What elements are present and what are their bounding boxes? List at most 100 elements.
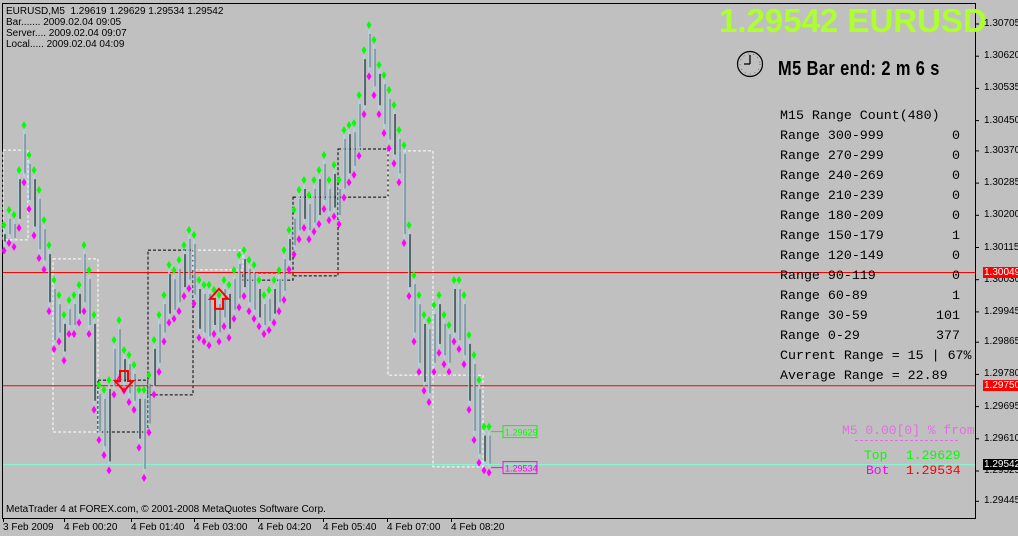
high-marker xyxy=(31,166,37,175)
low-marker xyxy=(376,110,382,119)
high-marker xyxy=(481,422,487,431)
high-marker xyxy=(486,422,492,431)
low-marker xyxy=(401,239,407,248)
low-marker xyxy=(51,345,57,354)
time-tick: 4 Feb 07:00 xyxy=(387,522,441,533)
high-marker xyxy=(16,166,22,175)
range-row-count: 101 xyxy=(936,308,960,323)
price-label-text: 1.29534 xyxy=(505,464,538,474)
low-marker xyxy=(146,428,152,437)
range-row-count: 1 xyxy=(952,288,960,303)
low-marker xyxy=(271,318,277,327)
low-marker xyxy=(471,436,477,445)
price-tick: 1.30200 xyxy=(984,209,1018,221)
range-row-count: 377 xyxy=(936,328,960,343)
high-marker xyxy=(146,371,152,380)
low-marker xyxy=(61,356,67,365)
low-marker xyxy=(106,466,112,475)
high-marker xyxy=(111,335,117,344)
symbol-ohlc: EURUSD,M5 1.29619 1.29629 1.29534 1.2954… xyxy=(6,6,224,17)
high-marker xyxy=(351,119,357,128)
price-tick: 1.30450 xyxy=(984,114,1018,126)
high-marker xyxy=(151,335,157,344)
low-marker xyxy=(86,329,92,338)
low-marker xyxy=(276,307,282,316)
low-marker xyxy=(111,390,117,399)
low-marker xyxy=(101,451,107,460)
low-marker xyxy=(136,443,142,452)
high-marker xyxy=(106,376,112,385)
range-row-label: Range 30-59 xyxy=(780,308,868,323)
low-marker xyxy=(281,295,287,304)
bar-end-timer: M5 Bar end: 2 m 6 s xyxy=(778,58,940,80)
time-tick: 4 Feb 08:20 xyxy=(451,522,505,533)
high-marker xyxy=(136,385,142,394)
time-tick: 4 Feb 05:40 xyxy=(323,522,377,533)
low-marker xyxy=(231,314,237,323)
high-marker xyxy=(441,310,447,319)
high-marker xyxy=(46,241,52,250)
low-marker xyxy=(351,170,357,179)
price-tick: 1.29780 xyxy=(984,368,1018,380)
high-marker xyxy=(471,351,477,360)
high-marker xyxy=(401,141,407,150)
high-marker xyxy=(251,260,257,269)
low-marker xyxy=(131,405,137,414)
low-marker xyxy=(171,314,177,323)
high-marker xyxy=(71,291,77,300)
time-tick: 3 Feb 2009 xyxy=(3,522,54,533)
high-marker xyxy=(301,175,307,184)
high-marker xyxy=(421,310,427,319)
range-box xyxy=(52,258,99,433)
high-marker xyxy=(191,230,197,239)
low-marker xyxy=(486,468,492,477)
high-marker xyxy=(11,210,17,219)
range-panel-title: M15 Range Count(480) xyxy=(780,108,940,123)
low-marker xyxy=(416,367,422,376)
low-marker xyxy=(11,242,17,251)
average-range: Average Range = 22.89 xyxy=(780,368,948,383)
low-marker xyxy=(246,307,252,316)
low-marker xyxy=(411,337,417,346)
high-marker xyxy=(26,150,32,159)
low-marker xyxy=(206,341,212,350)
clock-icon xyxy=(736,50,764,78)
price-label-text: 1.29629 xyxy=(505,428,538,438)
top-label: Top xyxy=(864,448,888,463)
price-tick: 1.29445 xyxy=(984,495,1018,507)
time-tick: 4 Feb 01:40 xyxy=(131,522,185,533)
current-range: Current Range = 15 | 67% xyxy=(780,348,972,363)
time-tick: 4 Feb 03:00 xyxy=(194,522,248,533)
high-marker xyxy=(116,316,122,325)
bid-price-tag: 1.29542 xyxy=(983,458,1018,470)
range-row-label: Range 60-89 xyxy=(780,288,868,303)
price-tick: 1.30620 xyxy=(984,50,1018,62)
high-marker xyxy=(326,175,332,184)
high-marker xyxy=(21,121,27,130)
bot-value: 1.29534 xyxy=(906,463,961,478)
high-marker xyxy=(416,291,422,300)
low-marker xyxy=(71,329,77,338)
high-marker xyxy=(6,205,12,214)
high-marker xyxy=(156,310,162,319)
range-row-label: Range 270-299 xyxy=(780,148,884,163)
low-marker xyxy=(451,337,457,346)
high-marker xyxy=(371,35,377,44)
high-marker xyxy=(406,221,412,230)
high-marker xyxy=(186,226,192,235)
low-marker xyxy=(296,235,302,244)
range-row-label: Range 120-149 xyxy=(780,248,884,263)
range-row-count: 0 xyxy=(952,188,960,203)
high-marker xyxy=(66,296,72,305)
low-marker xyxy=(81,307,87,316)
low-marker xyxy=(461,360,467,369)
low-marker xyxy=(176,307,182,316)
low-marker xyxy=(181,292,187,301)
low-marker xyxy=(431,367,437,376)
price-tick: 1.29865 xyxy=(984,336,1018,348)
high-marker xyxy=(346,121,352,130)
low-marker xyxy=(356,151,362,160)
low-marker xyxy=(1,246,7,255)
low-marker xyxy=(46,307,52,316)
high-marker xyxy=(386,85,392,94)
